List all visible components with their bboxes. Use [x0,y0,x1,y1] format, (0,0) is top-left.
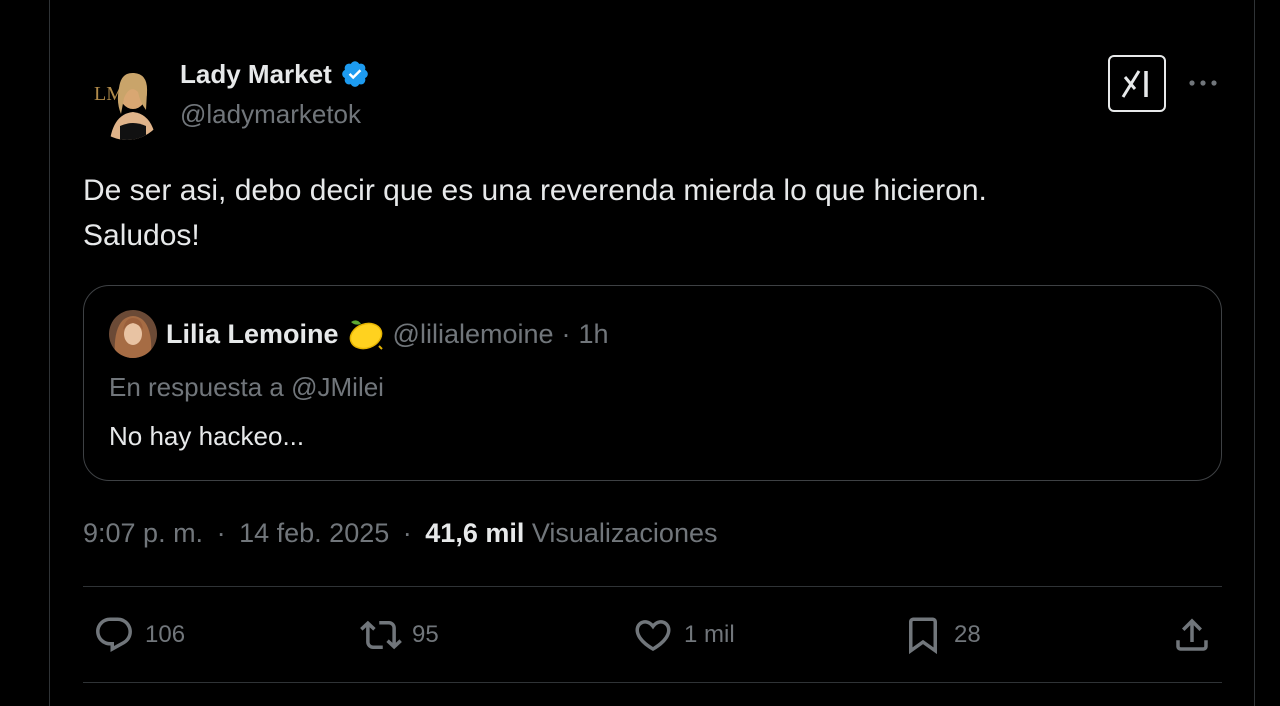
divider-bottom [83,682,1222,683]
lemon-icon [345,316,385,352]
meta-separator: · [402,518,412,548]
more-icon [1189,80,1217,86]
quote-reply-to: En respuesta a @JMilei [109,372,384,402]
author-handle[interactable]: @ladymarketok [180,98,361,130]
bookmark-button[interactable]: 28 [902,612,981,658]
tweet-text: De ser asi, debo decir que es una revere… [83,174,987,252]
reply-icon [96,617,132,652]
quote-separator: · [561,319,571,349]
tweet-date[interactable]: 14 feb. 2025 [239,518,389,548]
grok-button[interactable] [1108,55,1166,112]
divider-top [83,586,1222,587]
reply-button[interactable]: 106 [93,612,185,658]
author-avatar[interactable]: LM [88,62,166,140]
quote-time[interactable]: 1h [579,316,609,352]
quoted-tweet-card[interactable]: Lilia Lemoine @lilialemoine · 1h En resp… [83,285,1222,481]
quote-author-avatar[interactable] [109,310,157,358]
quote-author-handle[interactable]: @lilialemoine [393,316,554,352]
repost-count: 95 [412,621,439,648]
heart-icon [635,620,671,652]
views-count[interactable]: 41,6 mil [425,518,524,548]
more-options-button[interactable] [1183,68,1223,98]
grok-icon [1121,69,1148,98]
author-name[interactable]: Lady Market [180,58,332,90]
views-label[interactable]: Visualizaciones [532,518,718,548]
quote-header: Lilia Lemoine @lilialemoine · 1h [166,316,609,352]
reply-count: 106 [145,621,186,648]
share-icon [1176,618,1208,651]
repost-button[interactable]: 95 [360,612,439,658]
quote-author-name[interactable]: Lilia Lemoine [166,316,339,352]
quote-text: No hay hackeo... [109,421,305,451]
author-name-row[interactable]: Lady Market [180,58,370,90]
tweet-meta: 9:07 p. m. · 14 feb. 2025 · 41,6 mil Vis… [83,515,717,551]
verified-badge-icon [340,59,370,89]
like-count: 1 mil [684,621,735,648]
repost-icon [360,620,402,650]
tweet-time[interactable]: 9:07 p. m. [83,518,203,548]
bookmark-count: 28 [954,621,981,648]
like-button[interactable]: 1 mil [632,612,735,658]
share-button[interactable] [1171,612,1213,658]
meta-separator: · [216,518,226,548]
bookmark-icon [909,617,937,655]
